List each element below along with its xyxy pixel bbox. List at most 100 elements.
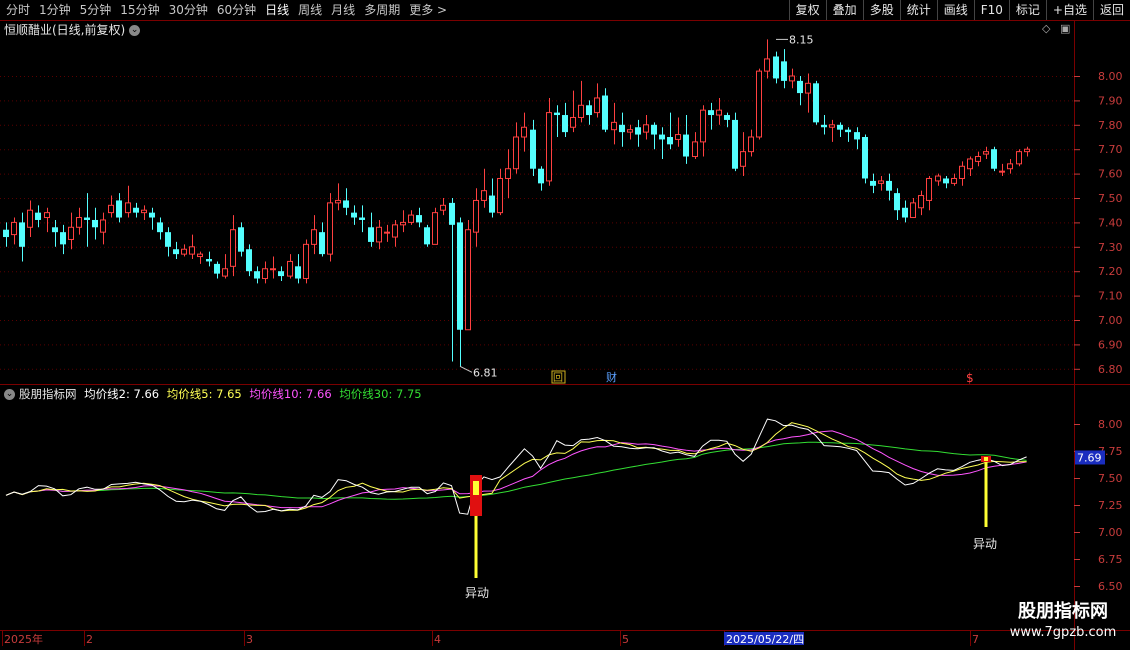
candle-body-down — [943, 178, 949, 184]
date-label: 4 — [434, 633, 441, 646]
price-tick-label: 7.50 — [1098, 192, 1123, 205]
candle-body-down — [659, 134, 665, 140]
candle-body-up — [11, 221, 17, 236]
candle-body-down — [813, 83, 819, 123]
candle-body-up — [951, 177, 957, 184]
candle-body-down — [351, 212, 357, 218]
candle-body-down — [424, 227, 430, 245]
candle-body-up — [473, 199, 479, 233]
candle-body-down — [116, 200, 122, 218]
candle-body-down — [837, 124, 843, 130]
candle-body-down — [991, 149, 997, 169]
candle-body-down — [92, 219, 98, 228]
candle-body-up — [910, 202, 916, 219]
candle-body-up — [189, 246, 195, 255]
candle-body-down — [3, 229, 9, 238]
indicator-tick-label: 7.50 — [1098, 472, 1123, 485]
signal-1-core — [473, 481, 479, 495]
candle-body-up — [967, 158, 973, 170]
candle-body-down — [214, 263, 220, 274]
candle-body-down — [773, 56, 779, 79]
date-label: 2025年 — [4, 632, 43, 646]
date-label: 2 — [86, 633, 93, 646]
price-tick-label: 7.90 — [1098, 94, 1123, 107]
candle-body-down — [854, 132, 860, 140]
candle-body-up — [108, 204, 114, 214]
candle-body-up — [611, 121, 617, 131]
candle-body-down — [554, 112, 560, 116]
candle-body-up — [311, 229, 317, 245]
candle-body-up — [376, 226, 382, 243]
hui-marker-label: 回 — [553, 372, 563, 384]
indicator-tick-label: 6.75 — [1098, 553, 1123, 566]
candle-body-up — [521, 126, 527, 138]
candle-body-down — [319, 232, 325, 255]
candle-body-down — [797, 80, 803, 94]
indicator-tick-label: 6.50 — [1098, 580, 1123, 593]
candle-body-up — [1024, 148, 1030, 153]
candle-body-up — [400, 221, 406, 226]
candle-body-up — [327, 202, 333, 255]
price-tick-label: 7.20 — [1098, 265, 1123, 278]
candle-body-down — [821, 124, 827, 128]
candle-body-up — [270, 268, 276, 271]
candle-body-up — [76, 217, 82, 228]
candle-body-down — [52, 227, 58, 233]
indicator-tick-label: 7.00 — [1098, 526, 1123, 539]
candle-body-down — [489, 195, 495, 213]
candle-body-up — [918, 195, 924, 209]
candle-body-up — [926, 177, 932, 201]
candle-body-down — [368, 227, 374, 242]
candle-body-down — [206, 259, 212, 262]
candle-body-down — [343, 200, 349, 208]
candle-body-up — [197, 253, 203, 258]
candle-body-down — [602, 95, 608, 130]
price-tick-label: 7.40 — [1098, 216, 1123, 229]
kline-chart[interactable]: 8.156.81 回财 $ 异动异动 8.007.907.807.707.607.5… — [0, 0, 1130, 650]
candle-body-down — [295, 266, 301, 279]
candle-body-down — [781, 61, 787, 81]
cai-marker-label: 财 — [606, 370, 617, 384]
indicator-tick-label: 8.00 — [1098, 418, 1123, 431]
candle-body-down — [619, 124, 625, 133]
indicator-tick-label: 7.25 — [1098, 499, 1123, 512]
candle-body-down — [246, 249, 252, 272]
candle-body-down — [165, 232, 171, 247]
candle-body-down — [35, 212, 41, 220]
dollar-marker-label: $ — [966, 371, 974, 385]
candle-body-down — [416, 215, 422, 223]
candle-body-up — [546, 112, 552, 182]
candle-body-up — [627, 129, 633, 133]
candle-body-up — [230, 229, 236, 267]
candle-body-down — [870, 180, 876, 186]
candle-body-down — [449, 202, 455, 225]
candle-body-down — [359, 217, 365, 220]
date-label: 7 — [972, 633, 979, 646]
candle-body-up — [764, 58, 770, 72]
candle-body-up — [643, 124, 649, 133]
candle-body-up — [675, 134, 681, 140]
date-label: 3 — [246, 633, 253, 646]
candle-body-up — [222, 268, 228, 277]
candle-body-up — [465, 229, 471, 331]
candle-body-up — [44, 212, 50, 219]
candle-body-up — [68, 226, 74, 240]
candle-body-down — [149, 212, 155, 218]
candle-body-up — [756, 70, 762, 138]
ma2-line — [5, 418, 1027, 515]
candle-body-down — [84, 217, 90, 220]
candle-body-up — [392, 224, 398, 238]
candle-body-down — [845, 129, 851, 133]
candle-body-up — [983, 151, 989, 155]
candle-body-up — [975, 156, 981, 162]
price-tick-label: 6.90 — [1098, 338, 1123, 351]
signal-2-core — [984, 457, 988, 461]
candle-body-up — [432, 212, 438, 245]
candle-body-down — [60, 232, 66, 245]
candle-body-up — [740, 151, 746, 167]
signal-1-label: 异动 — [465, 586, 489, 600]
candle-body-down — [894, 193, 900, 211]
candle-body-up — [594, 97, 600, 114]
price-tick-label: 8.00 — [1098, 70, 1123, 83]
candle-body-down — [278, 271, 284, 277]
